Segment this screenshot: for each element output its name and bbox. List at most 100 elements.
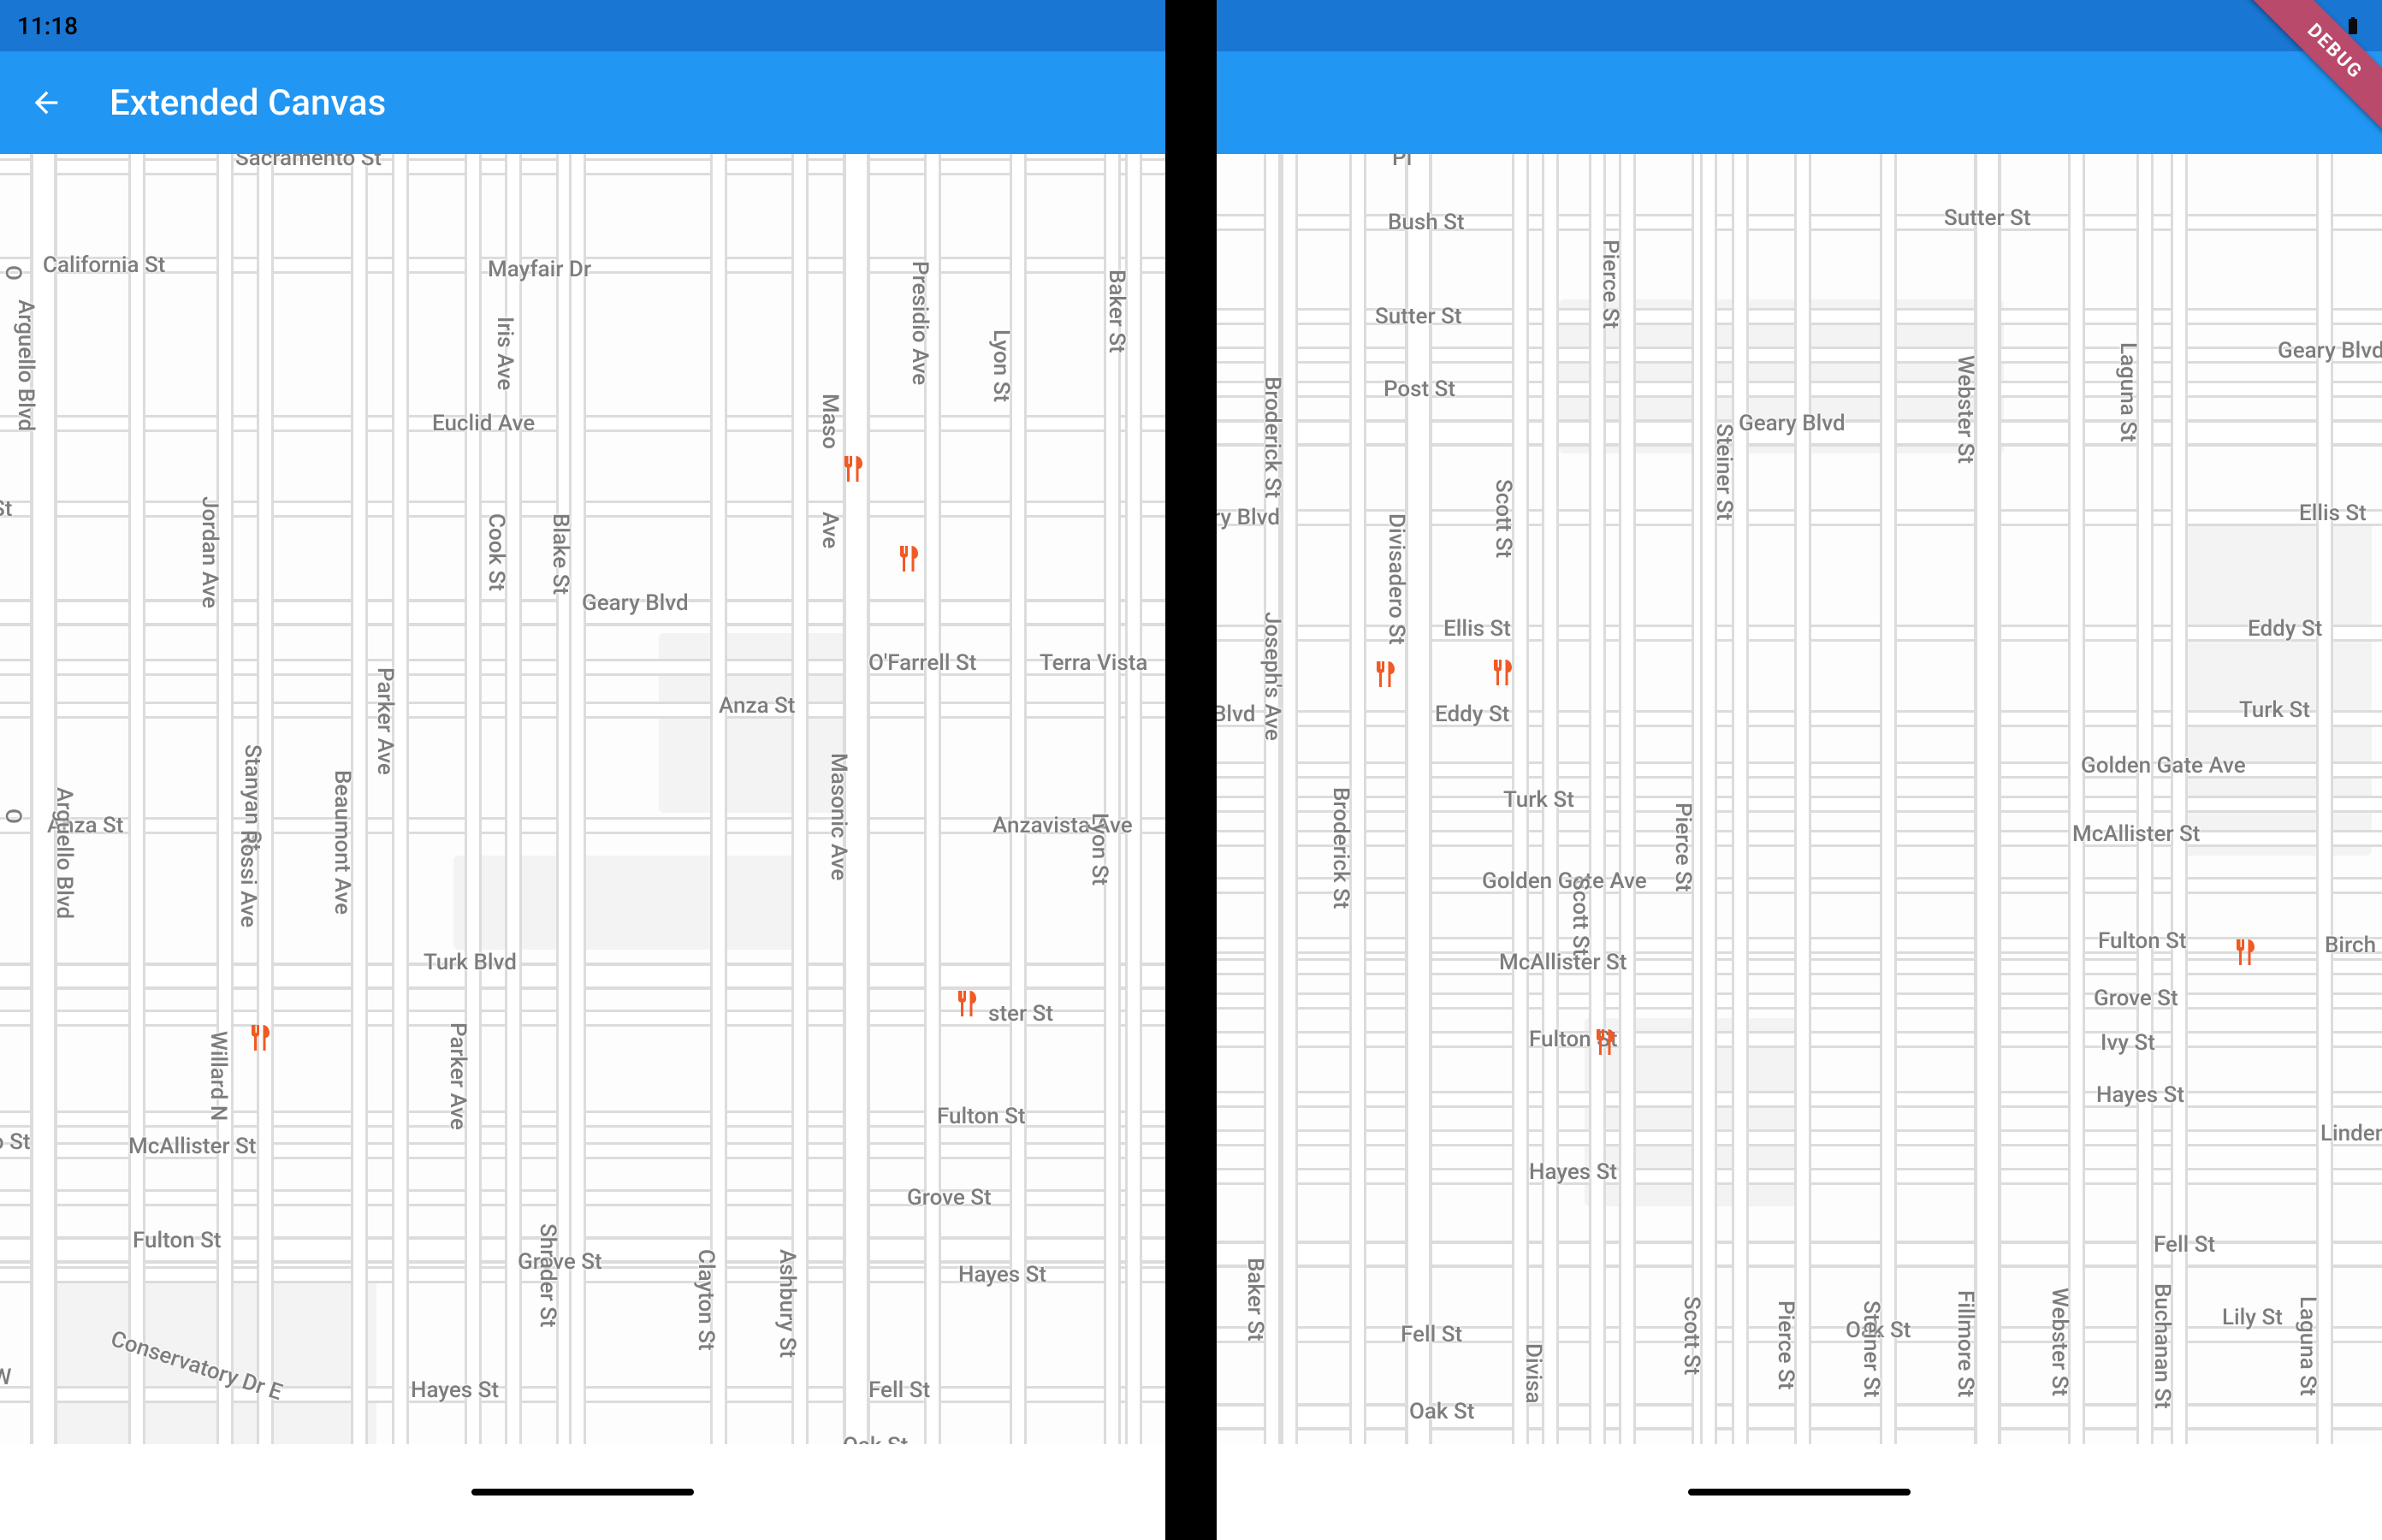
street-label: Anza St xyxy=(719,693,795,719)
restaurant-marker[interactable] xyxy=(834,453,865,484)
street-label: Baker St xyxy=(1104,270,1129,353)
arrow-back-icon xyxy=(29,86,63,120)
street-label: Geary Blvd xyxy=(582,590,689,616)
map-pane-left[interactable]: Sacramento St California St Mayfair Dr Eucl… xyxy=(0,154,1165,1444)
street-label: Webster St xyxy=(1952,355,1978,464)
street-label: Golden Gate Ave xyxy=(2081,753,2246,779)
map-pane-right[interactable]: PiBush StSutter StSutter StPost StGeary … xyxy=(1217,154,2382,1444)
street-label: ster St xyxy=(988,1001,1053,1027)
street-label: Ashbury St xyxy=(774,1249,800,1358)
street-label: Arguello Blvd xyxy=(13,299,39,431)
street-label: Divisadero St xyxy=(1384,513,1409,645)
nav-handle-icon[interactable] xyxy=(471,1489,694,1496)
street-label: Mayfair Dr xyxy=(488,257,591,282)
street-label: California St xyxy=(43,252,165,278)
restaurant-marker[interactable] xyxy=(1484,657,1514,688)
street-label: Euclid Ave xyxy=(432,411,535,436)
street-label: Blvd xyxy=(1217,702,1255,727)
street-label: Ellis St xyxy=(2299,500,2367,526)
street-label: Broderick St xyxy=(1328,787,1354,909)
street-label: Birch St xyxy=(2325,933,2382,958)
street-label: Ave xyxy=(817,512,843,548)
restaurant-icon xyxy=(1484,657,1514,688)
street-label: Joseph's Ave xyxy=(1259,612,1285,741)
road-v xyxy=(1700,154,1717,1444)
road-v xyxy=(392,154,409,1444)
street-label: Grove St xyxy=(2094,986,2178,1011)
restaurant-icon xyxy=(241,1022,272,1053)
street-label: Fulton St xyxy=(937,1104,1026,1129)
street-label: Willard N xyxy=(205,1031,231,1121)
back-button[interactable] xyxy=(26,82,67,123)
street-label: St xyxy=(0,496,12,522)
street-label: Fell St xyxy=(2154,1232,2215,1258)
street-label: Ellis St xyxy=(1443,616,1511,642)
street-label: Shrader St xyxy=(535,1223,560,1328)
road-v xyxy=(465,154,482,1444)
restaurant-icon xyxy=(834,453,865,484)
street-label: Presidio Ave xyxy=(907,261,933,385)
street-label: McAllister St xyxy=(128,1134,256,1159)
street-label: Fell St xyxy=(868,1377,930,1403)
street-label: Rossi Ave xyxy=(235,830,261,927)
street-label: Blake St xyxy=(548,513,573,595)
street-label: Pi xyxy=(1392,154,1412,171)
street-label: Arguello Blvd xyxy=(51,787,77,919)
street-label: Scott St xyxy=(1567,877,1593,956)
street-label: Hayes St xyxy=(1529,1159,1617,1185)
street-label: Parker Ave xyxy=(372,667,398,775)
restaurant-icon xyxy=(2226,937,2257,968)
street-label: Linden xyxy=(2320,1121,2382,1146)
street-label: Scott St xyxy=(1490,479,1516,558)
street-label: Pierce St xyxy=(1597,240,1623,329)
street-label: Clayton St xyxy=(693,1249,719,1351)
system-nav-bar-left xyxy=(0,1444,1165,1540)
street-label: Hayes St xyxy=(2096,1082,2184,1108)
street-label: Turk St xyxy=(2239,697,2310,723)
street-label: Turk St xyxy=(1503,787,1574,813)
street-label: Sacramento St xyxy=(235,154,382,171)
restaurant-marker[interactable] xyxy=(241,1022,272,1053)
nav-handle-icon[interactable] xyxy=(1688,1489,1911,1496)
restaurant-marker[interactable] xyxy=(1586,1027,1617,1057)
street-label: Beaumont Ave xyxy=(329,770,355,915)
street-label: Terra Vista xyxy=(1040,650,1147,676)
street-label: Buchanan St xyxy=(2149,1283,2175,1409)
street-label: Cook St xyxy=(483,513,509,591)
restaurant-icon xyxy=(890,543,921,574)
street-label: Laguna St xyxy=(2295,1296,2320,1396)
street-label: Steiner St xyxy=(1711,424,1737,520)
street-label: McAllister St xyxy=(2072,821,2200,847)
restaurant-marker[interactable] xyxy=(890,543,921,574)
road-v xyxy=(1589,154,1606,1444)
street-label: Grove St xyxy=(907,1185,992,1211)
street-label: Fulton St xyxy=(133,1228,222,1253)
street-label: Geary Blvd xyxy=(1739,411,1846,436)
street-label: O xyxy=(0,265,26,281)
street-label: Fell St xyxy=(1401,1322,1462,1348)
street-label: McAllister St xyxy=(1499,950,1627,975)
restaurant-marker[interactable] xyxy=(948,988,979,1019)
road-v xyxy=(1880,154,1897,1444)
street-label: Pierce St xyxy=(1773,1300,1798,1389)
street-label: Bush St xyxy=(1388,210,1465,235)
restaurant-marker[interactable] xyxy=(1366,659,1397,690)
app-title: Extended Canvas xyxy=(110,82,386,124)
street-label: Divisa xyxy=(1520,1343,1546,1404)
street-label: Lyon St xyxy=(988,329,1014,402)
street-label: Sutter St xyxy=(1375,304,1462,329)
restaurant-icon xyxy=(948,988,979,1019)
restaurant-marker[interactable] xyxy=(2226,937,2257,968)
street-label: Steiner St xyxy=(1858,1300,1884,1397)
street-label: Fillmore St xyxy=(1952,1290,1978,1397)
road-v xyxy=(1619,154,1636,1444)
street-label: Geary Blvd xyxy=(2278,338,2382,364)
street-label: Post St xyxy=(1384,376,1455,402)
road-v-webster xyxy=(1974,154,2001,1444)
street-label: Maso xyxy=(817,394,843,449)
street-label: O xyxy=(0,808,26,824)
system-nav-bar-right xyxy=(1217,1444,2382,1540)
street-label: Laguna St xyxy=(2115,342,2141,442)
street-label: Hayes St xyxy=(958,1262,1046,1288)
road-v xyxy=(1794,154,1811,1444)
